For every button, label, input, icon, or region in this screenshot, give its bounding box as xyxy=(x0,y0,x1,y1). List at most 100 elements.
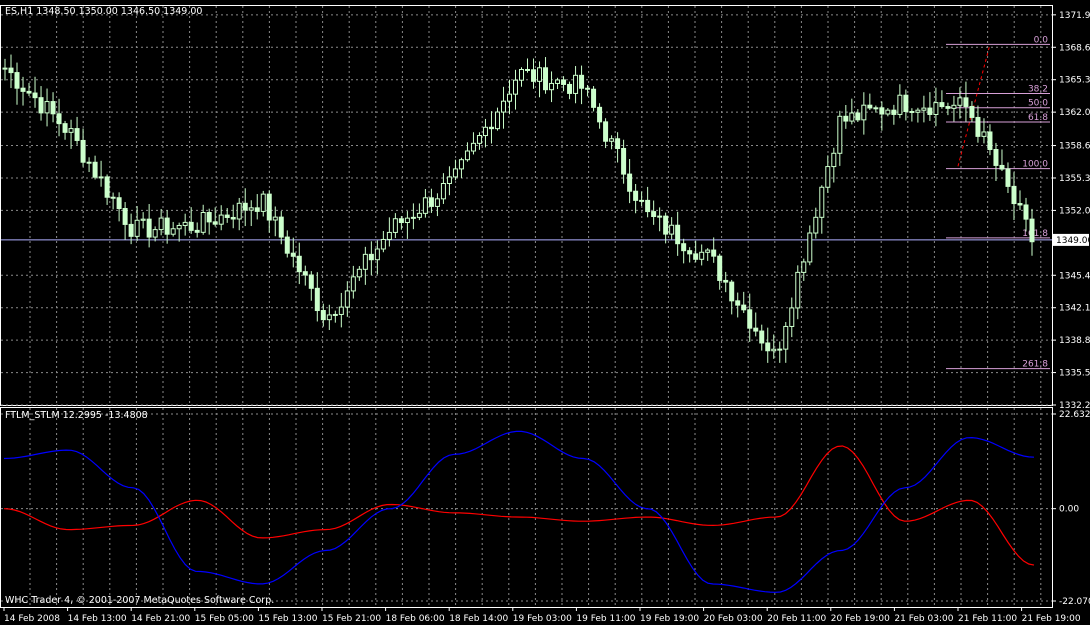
candle xyxy=(86,157,92,173)
candle-body-up xyxy=(897,94,903,115)
candle-body-down xyxy=(224,214,230,218)
candle xyxy=(717,253,723,290)
candle-body-up xyxy=(380,238,386,250)
time-axis-label: 19 Feb 19:00 xyxy=(640,614,699,624)
candle-body-down xyxy=(290,252,296,257)
fibonacci-retracement[interactable]: 0.038.250.061.8100.0161.8261.8 xyxy=(946,35,1050,370)
candle-body-down xyxy=(561,79,567,85)
candle-body-down xyxy=(903,94,909,113)
time-axis-label: 21 Feb 19:00 xyxy=(1022,614,1081,624)
candle xyxy=(476,132,482,150)
candle xyxy=(380,231,386,253)
candle xyxy=(260,190,266,217)
time-axis-label: 14 Feb 13:00 xyxy=(68,614,127,624)
price-axis-label: 1355.30 xyxy=(1059,174,1090,184)
candle xyxy=(531,58,537,89)
candle xyxy=(567,81,573,100)
price-axis-label: 1338.80 xyxy=(1059,336,1090,346)
indicator-axis-label: -22.0705 xyxy=(1059,597,1090,607)
time-axis-label: 14 Feb 21:00 xyxy=(131,614,190,624)
candle-body-up xyxy=(500,100,506,113)
candle xyxy=(711,237,717,263)
candle-body-up xyxy=(669,224,675,235)
candle xyxy=(506,79,512,115)
price-axis-label: 1358.60 xyxy=(1059,142,1090,152)
chart-canvas[interactable]: 0.038.250.061.8100.0161.8261.8 1371.9013… xyxy=(0,0,1090,625)
candle-body-up xyxy=(549,82,555,91)
candle-body-down xyxy=(164,217,170,235)
candle-body-down xyxy=(254,207,260,212)
candle xyxy=(663,212,669,244)
candle xyxy=(669,217,675,240)
candle-body-up xyxy=(2,67,8,70)
candle-body-down xyxy=(627,173,633,192)
candle-body-down xyxy=(753,327,759,332)
candle-body-up xyxy=(422,197,428,214)
candle xyxy=(194,222,200,238)
candle xyxy=(308,271,314,301)
candle xyxy=(597,103,603,129)
time-axis-label: 18 Feb 06:00 xyxy=(386,614,445,624)
candle-body-up xyxy=(519,68,525,81)
candle xyxy=(579,65,585,105)
candle xyxy=(849,98,855,125)
candle xyxy=(741,291,747,314)
candle-body-up xyxy=(506,93,512,102)
candle-body-up xyxy=(573,74,579,94)
candle xyxy=(362,246,368,285)
candle-body-up xyxy=(555,79,561,84)
candle xyxy=(200,204,206,235)
candle-body-down xyxy=(879,107,885,115)
candle-body-up xyxy=(609,138,615,142)
candle-body-up xyxy=(801,261,807,273)
candle xyxy=(26,82,32,97)
candle-body-down xyxy=(999,164,1005,170)
candle xyxy=(230,204,236,229)
candle xyxy=(494,107,500,131)
candle-body-up xyxy=(825,166,831,188)
candle-body-down xyxy=(92,161,98,178)
candle xyxy=(855,109,861,122)
candle xyxy=(609,135,615,150)
candle xyxy=(176,222,182,242)
candle-body-up xyxy=(440,182,446,200)
candle-body-down xyxy=(26,90,32,94)
indicator-lines xyxy=(3,430,1035,593)
candle-body-down xyxy=(230,216,236,220)
candle-body-down xyxy=(597,106,603,123)
candle xyxy=(8,54,14,89)
candle xyxy=(404,211,410,239)
candle-body-down xyxy=(188,221,194,231)
candle-body-up xyxy=(158,217,164,231)
candle-body-down xyxy=(1023,204,1029,220)
candle xyxy=(777,341,783,363)
candle xyxy=(735,292,741,318)
candle-body-up xyxy=(362,253,368,270)
candle-body-down xyxy=(1029,218,1035,243)
candle-body-down xyxy=(939,102,945,108)
candle xyxy=(759,324,765,351)
candle xyxy=(765,327,771,363)
candle-body-down xyxy=(969,105,975,118)
indicator-axis-label: 0.00 xyxy=(1059,505,1079,515)
candle xyxy=(428,188,434,213)
candle-body-up xyxy=(777,348,783,351)
candle-body-down xyxy=(1017,203,1023,206)
candle xyxy=(549,71,555,103)
candle xyxy=(657,207,663,232)
candle-body-up xyxy=(458,159,464,170)
price-axis-label: 1365.30 xyxy=(1059,76,1090,86)
candle-body-down xyxy=(891,109,897,115)
price-axis-label: 1342.10 xyxy=(1059,304,1090,314)
candle-body-up xyxy=(446,176,452,184)
candle-body-up xyxy=(915,109,921,113)
candle xyxy=(170,221,176,237)
candle xyxy=(693,240,699,263)
candle xyxy=(873,105,879,113)
chart-window[interactable]: 0.038.250.061.8100.0161.8261.8 1371.9013… xyxy=(0,0,1090,625)
candle xyxy=(681,238,687,264)
candle-body-up xyxy=(326,314,332,321)
candle-body-up xyxy=(705,249,711,253)
candle-body-down xyxy=(38,97,44,114)
candle-body-down xyxy=(759,330,765,344)
